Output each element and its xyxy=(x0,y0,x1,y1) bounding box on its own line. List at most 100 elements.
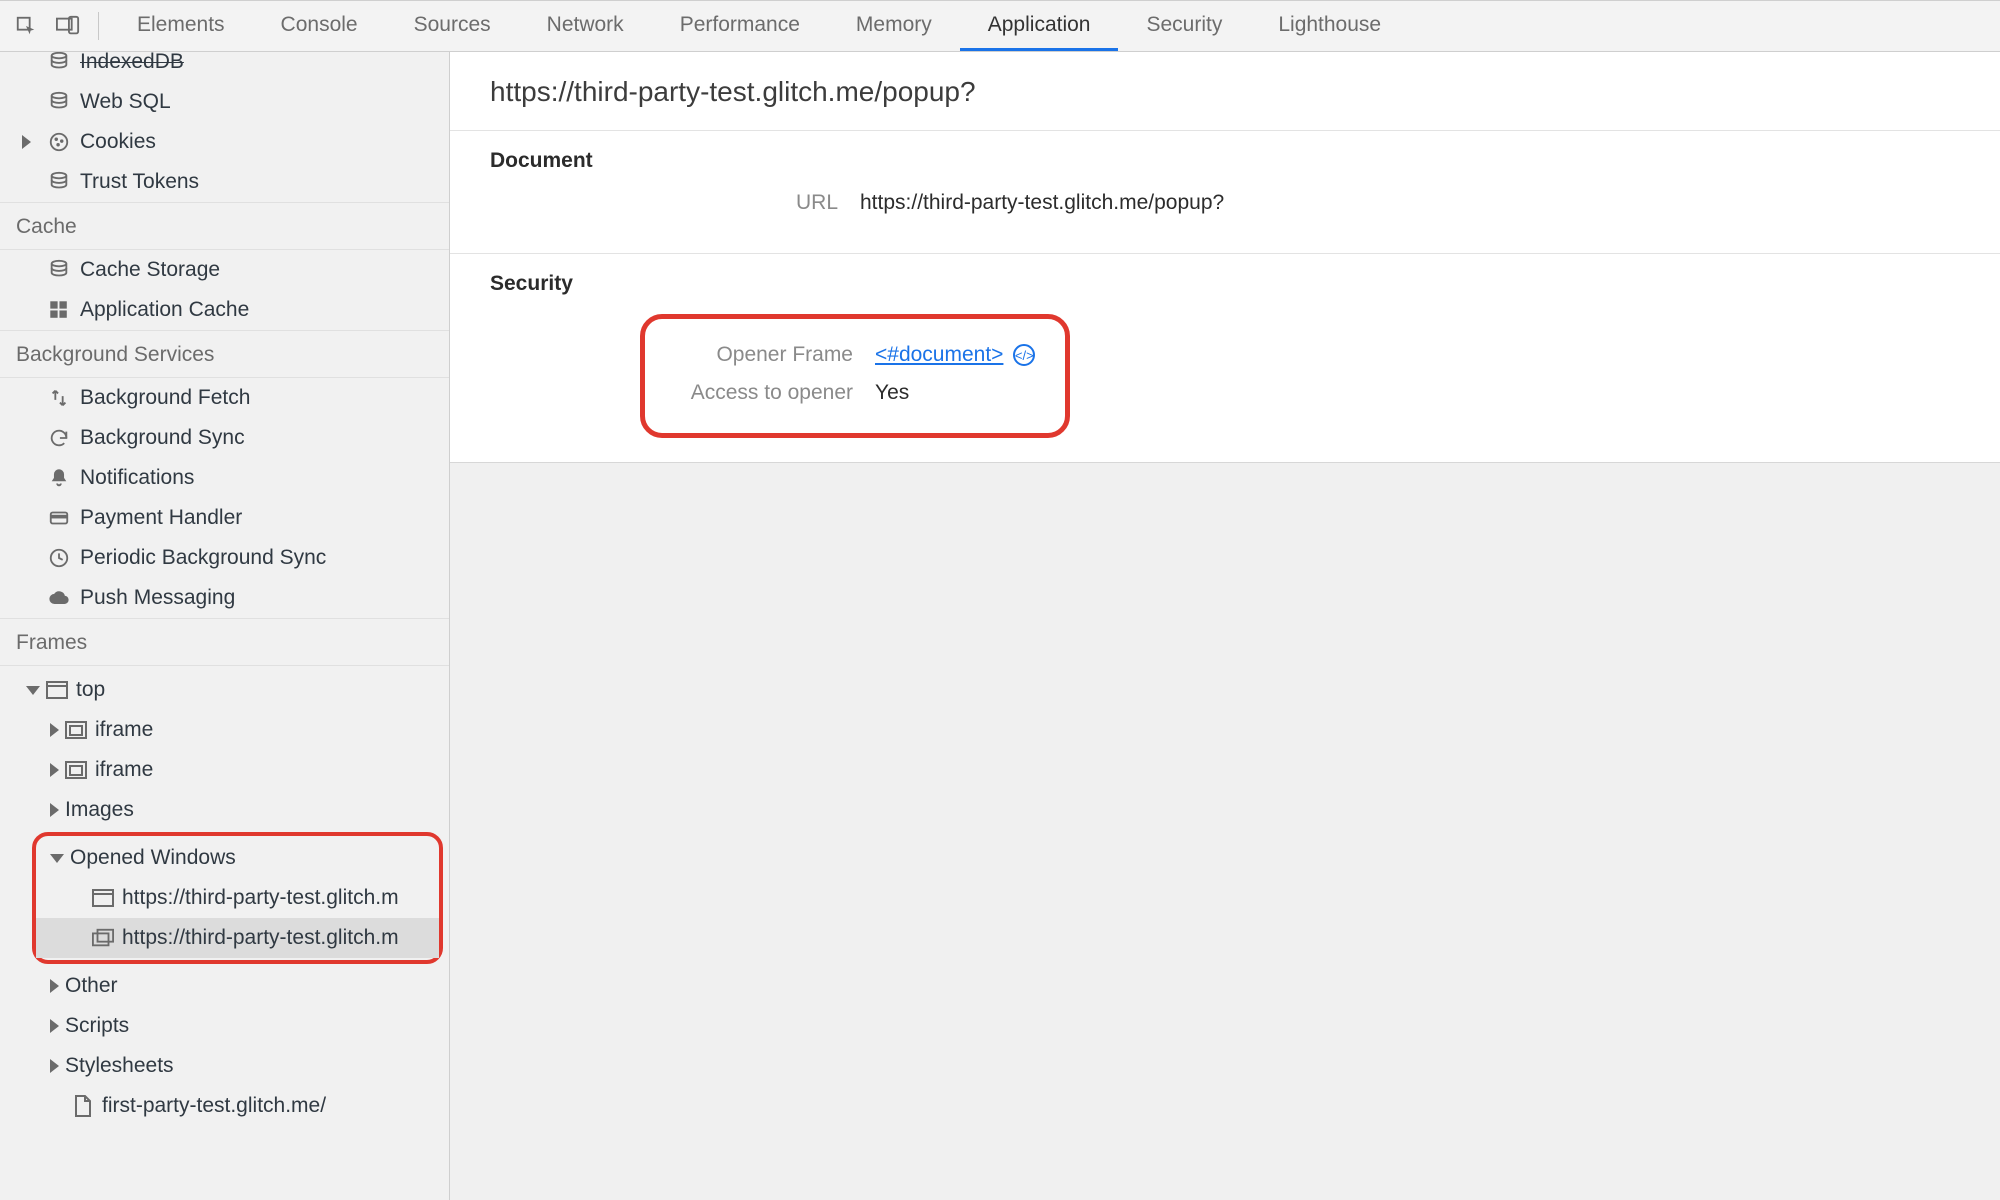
sidebar-item-application-cache[interactable]: Application Cache xyxy=(0,290,449,330)
expand-icon[interactable] xyxy=(50,723,59,737)
frames-top[interactable]: top xyxy=(0,670,449,710)
sidebar-item-background-sync[interactable]: Background Sync xyxy=(0,418,449,458)
bell-icon xyxy=(48,467,70,489)
sidebar-item-periodic-background-sync[interactable]: Periodic Background Sync xyxy=(0,538,449,578)
tree-label: first-party-test.glitch.me/ xyxy=(102,1094,326,1118)
tree-label: Opened Windows xyxy=(70,846,236,870)
link-opener-frame[interactable]: <#document> xyxy=(875,343,1003,366)
database-icon xyxy=(48,91,70,113)
reveal-element-icon[interactable]: </> xyxy=(1013,344,1035,366)
annotation-highlight-security: Opener Frame <#document> </> Access to o… xyxy=(640,314,1070,438)
select-element-icon[interactable] xyxy=(10,10,42,42)
tree-label: https://third-party-test.glitch.m xyxy=(122,886,399,910)
iframe-icon xyxy=(65,760,87,780)
tab-memory[interactable]: Memory xyxy=(828,1,960,51)
sidebar-item-label: Cache Storage xyxy=(80,258,220,282)
label-opener-frame: Opener Frame xyxy=(675,343,875,367)
detail-title: https://third-party-test.glitch.me/popup… xyxy=(450,52,2000,131)
database-icon xyxy=(48,259,70,281)
tab-sources[interactable]: Sources xyxy=(386,1,519,51)
expand-icon[interactable] xyxy=(50,1019,59,1033)
annotation-highlight-opened-windows: Opened Windows https://third-party-test.… xyxy=(32,832,443,964)
sidebar-item-label: IndexedDB xyxy=(80,52,184,74)
sidebar-group-cache: Cache xyxy=(0,202,449,250)
tab-application[interactable]: Application xyxy=(960,1,1119,51)
label-access-to-opener: Access to opener xyxy=(675,381,875,405)
devtools-tabbar: Elements Console Sources Network Perform… xyxy=(0,0,2000,52)
sidebar-group-frames: Frames xyxy=(0,618,449,666)
expand-icon[interactable] xyxy=(22,135,31,149)
credit-card-icon xyxy=(48,507,70,529)
grid-icon xyxy=(48,299,70,321)
section-heading-document: Document xyxy=(490,149,1960,173)
frames-stylesheets[interactable]: Stylesheets xyxy=(0,1046,449,1086)
cookie-icon xyxy=(48,131,70,153)
value-url: https://third-party-test.glitch.me/popup… xyxy=(860,191,1224,215)
frames-opened-windows[interactable]: Opened Windows xyxy=(36,838,439,878)
sidebar-item-label: Application Cache xyxy=(80,298,249,322)
sidebar-item-label: Periodic Background Sync xyxy=(80,546,326,570)
frames-iframe-1[interactable]: iframe xyxy=(0,710,449,750)
sidebar-item-label: Background Fetch xyxy=(80,386,250,410)
section-heading-security: Security xyxy=(490,272,1960,296)
tab-network[interactable]: Network xyxy=(519,1,652,51)
tabbar-divider xyxy=(98,12,99,40)
clock-icon xyxy=(48,547,70,569)
frames-stylesheet-leaf[interactable]: first-party-test.glitch.me/ xyxy=(0,1086,449,1126)
sidebar-item-cache-storage[interactable]: Cache Storage xyxy=(0,250,449,290)
sidebar-item-label: Notifications xyxy=(80,466,194,490)
expand-icon[interactable] xyxy=(50,1059,59,1073)
sidebar-item-label: Cookies xyxy=(80,130,156,154)
sidebar-item-background-fetch[interactable]: Background Fetch xyxy=(0,378,449,418)
frames-scripts[interactable]: Scripts xyxy=(0,1006,449,1046)
expand-icon[interactable] xyxy=(50,979,59,993)
tab-security[interactable]: Security xyxy=(1118,1,1250,51)
tree-label: Other xyxy=(65,974,118,998)
sidebar-item-trust-tokens[interactable]: Trust Tokens xyxy=(0,162,449,202)
application-sidebar: IndexedDB Web SQL Cookies Trust Tokens C… xyxy=(0,52,450,1200)
frames-opened-window-1[interactable]: https://third-party-test.glitch.m xyxy=(36,878,439,918)
database-icon xyxy=(48,171,70,193)
sidebar-item-label: Push Messaging xyxy=(80,586,235,610)
tree-label: https://third-party-test.glitch.m xyxy=(122,926,399,950)
tree-label: Stylesheets xyxy=(65,1054,174,1078)
iframe-icon xyxy=(65,720,87,740)
sidebar-item-push-messaging[interactable]: Push Messaging xyxy=(0,578,449,618)
sidebar-item-notifications[interactable]: Notifications xyxy=(0,458,449,498)
devtools-tabs: Elements Console Sources Network Perform… xyxy=(109,1,1409,51)
sidebar-item-indexeddb[interactable]: IndexedDB xyxy=(0,52,449,82)
sidebar-item-label: Background Sync xyxy=(80,426,245,450)
row-url: URL https://third-party-test.glitch.me/p… xyxy=(490,191,1960,215)
label-url: URL xyxy=(490,191,860,215)
transfer-icon xyxy=(48,387,70,409)
frames-iframe-2[interactable]: iframe xyxy=(0,750,449,790)
sidebar-item-payment-handler[interactable]: Payment Handler xyxy=(0,498,449,538)
frames-opened-window-2[interactable]: https://third-party-test.glitch.m xyxy=(36,918,439,958)
database-icon xyxy=(48,52,70,73)
sidebar-item-label: Trust Tokens xyxy=(80,170,199,194)
collapse-icon[interactable] xyxy=(50,854,64,863)
frames-images[interactable]: Images xyxy=(0,790,449,830)
tab-elements[interactable]: Elements xyxy=(109,1,253,51)
tab-console[interactable]: Console xyxy=(253,1,386,51)
expand-icon[interactable] xyxy=(50,803,59,817)
windows-stack-icon xyxy=(92,928,114,948)
tree-label: top xyxy=(76,678,105,702)
sidebar-item-cookies[interactable]: Cookies xyxy=(0,122,449,162)
file-icon xyxy=(72,1096,94,1116)
frames-other[interactable]: Other xyxy=(0,966,449,1006)
section-security: Security Opener Frame <#document> </> Ac… xyxy=(450,254,2000,462)
collapse-icon[interactable] xyxy=(26,686,40,695)
tree-label: Images xyxy=(65,798,134,822)
tab-performance[interactable]: Performance xyxy=(652,1,828,51)
row-opener-frame: Opener Frame <#document> </> xyxy=(675,343,1035,367)
tree-label: Scripts xyxy=(65,1014,129,1038)
sync-icon xyxy=(48,427,70,449)
toggle-device-toolbar-icon[interactable] xyxy=(52,10,84,42)
row-access-to-opener: Access to opener Yes xyxy=(675,381,1035,405)
sidebar-item-websql[interactable]: Web SQL xyxy=(0,82,449,122)
sidebar-group-background-services: Background Services xyxy=(0,330,449,378)
tab-lighthouse[interactable]: Lighthouse xyxy=(1250,1,1409,51)
section-document: Document URL https://third-party-test.gl… xyxy=(450,131,2000,254)
expand-icon[interactable] xyxy=(50,763,59,777)
